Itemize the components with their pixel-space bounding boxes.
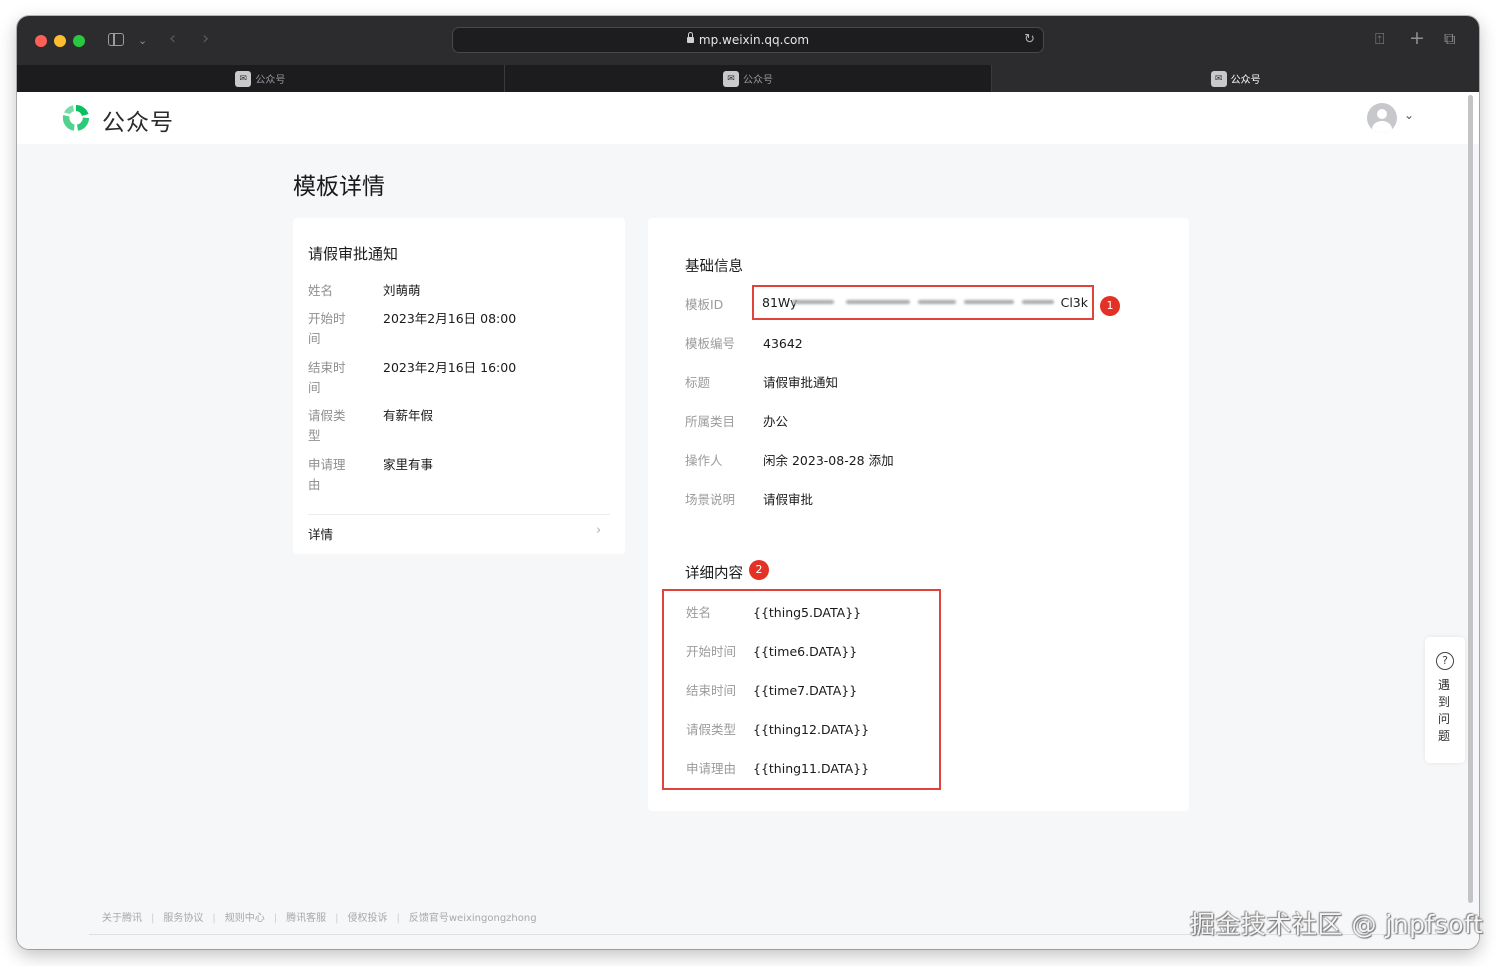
preview-title: 请假审批通知 [308, 245, 399, 263]
redacted-text [792, 300, 834, 304]
browser-titlebar: ⌄ ‹ › mp.weixin.qq.com ↻ ⍐ + ⧉ [17, 16, 1479, 65]
tab-label: 公众号 [1230, 75, 1261, 86]
browser-tab[interactable]: ✉ 公众号 [505, 65, 993, 92]
preview-row-label: 开始时间 [308, 311, 346, 346]
preview-row-value: 刘萌萌 [383, 283, 421, 298]
new-tab-icon[interactable]: + [1409, 29, 1425, 48]
lock-icon [686, 32, 694, 43]
logo-text[interactable]: 公众号 [102, 103, 174, 137]
tab-label: 公众号 [743, 75, 773, 86]
browser-tab[interactable]: ✉ 公众号 [17, 65, 505, 92]
site-header: 公众号 ⌄ [17, 92, 1479, 144]
sidebar-toggle-icon[interactable] [108, 33, 124, 46]
redacted-text [846, 300, 910, 304]
address-bar[interactable]: mp.weixin.qq.com ↻ [452, 27, 1044, 53]
chevron-down-icon[interactable]: ⌄ [1404, 108, 1414, 122]
detail-row-label: 开始时间 [686, 644, 737, 659]
footer-link[interactable]: 腾讯客服 [286, 913, 326, 924]
info-row-label: 场景说明 [685, 492, 736, 507]
chevron-right-icon[interactable]: › [596, 523, 601, 538]
info-row-value: 闲余 2023-08-28 添加 [763, 453, 894, 468]
footer-links: 关于腾讯 | 服务协议 | 规则中心 | 腾讯客服 | 侵权投诉 | 反馈官号weixingongz… [102, 913, 537, 924]
info-row-label: 所属类目 [685, 414, 736, 429]
annotation-badge: 1 [1100, 296, 1120, 316]
redacted-text [964, 300, 1014, 304]
page-title: 模板详情 [293, 174, 385, 200]
share-icon[interactable]: ⍐ [1375, 31, 1385, 47]
tab-overview-icon[interactable]: ⧉ [1444, 31, 1455, 47]
detail-row-label: 姓名 [686, 605, 712, 620]
browser-tab-active[interactable]: ✉ 公众号 [992, 65, 1479, 92]
detail-content-highlight: 姓名 {{thing5.DATA}} 开始时间 {{time6.DATA}} 结… [662, 589, 941, 790]
footer-link[interactable]: 关于腾讯 [102, 913, 142, 924]
preview-row-value: 家里有事 [383, 457, 434, 472]
forward-icon[interactable]: › [202, 30, 209, 48]
browser-window: ⌄ ‹ › mp.weixin.qq.com ↻ ⍐ + ⧉ ✉ 公众号 ✉ 公众号… [17, 16, 1479, 949]
wechat-icon: ✉ [723, 70, 739, 87]
footer-link[interactable]: 反馈官号weixingongzhong [409, 913, 537, 924]
page-content: 公众号 ⌄ 模板详情 请假审批通知 姓名 刘萌萌 开始时间 2023年2月16日… [17, 92, 1479, 949]
template-preview-card: 请假审批通知 姓名 刘萌萌 开始时间 2023年2月16日 08:00 结束时间… [293, 218, 625, 554]
template-id-highlight: 81Wy Cl3k [752, 285, 1094, 320]
preview-row-label: 结束时间 [308, 360, 346, 395]
minimize-window-button[interactable] [54, 35, 66, 47]
chevron-down-icon[interactable]: ⌄ [138, 33, 147, 49]
detail-row-value: {{time7.DATA}} [753, 683, 858, 698]
footer-link[interactable]: 服务协议 [163, 913, 203, 924]
footer-link[interactable]: 侵权投诉 [348, 913, 388, 924]
help-widget[interactable]: ? 遇到问题 [1425, 637, 1465, 763]
wechat-icon: ✉ [235, 70, 252, 87]
info-row-label: 操作人 [685, 453, 723, 468]
scrollbar[interactable] [1468, 95, 1473, 903]
preview-detail-link[interactable]: 详情 [308, 524, 333, 543]
preview-row-label: 请假类型 [308, 408, 346, 443]
preview-row-label: 姓名 [308, 283, 334, 298]
preview-row-label: 申请理由 [308, 457, 346, 492]
preview-row-value: 2023年2月16日 08:00 [383, 311, 517, 326]
detail-content-title: 详细内容 [685, 566, 743, 582]
template-id-label: 模板ID [685, 297, 724, 312]
template-info-card: 基础信息 模板ID 81Wy Cl3k 1 模板编号 43642 标题 请假审批… [648, 218, 1189, 811]
zoom-window-button[interactable] [73, 35, 85, 47]
redacted-text [918, 300, 956, 304]
preview-row-value: 有薪年假 [383, 408, 434, 423]
close-window-button[interactable] [35, 35, 47, 47]
detail-row-label: 申请理由 [686, 761, 737, 776]
wechat-official-logo-icon[interactable] [60, 102, 92, 134]
watermark: 掘金技术社区 @ jnpfsoft [1190, 910, 1484, 939]
preview-row-value: 2023年2月16日 16:00 [383, 360, 517, 375]
detail-row-value: {{thing5.DATA}} [753, 605, 862, 620]
detail-row-value: {{thing12.DATA}} [753, 722, 870, 737]
back-icon[interactable]: ‹ [169, 30, 176, 48]
info-row-label: 标题 [685, 375, 711, 390]
detail-row-value: {{time6.DATA}} [753, 644, 858, 659]
wechat-icon: ✉ [1210, 70, 1227, 87]
basic-info-title: 基础信息 [685, 259, 743, 275]
annotation-badge: 2 [749, 560, 769, 580]
redacted-text [1022, 300, 1054, 304]
info-row-value: 请假审批 [763, 492, 814, 507]
reload-icon[interactable]: ↻ [1024, 28, 1035, 52]
footer-link[interactable]: 规则中心 [225, 913, 265, 924]
template-id-end: Cl3k [1060, 295, 1088, 310]
divider [308, 514, 610, 515]
info-row-value: 请假审批通知 [763, 375, 839, 390]
info-row-label: 模板编号 [685, 336, 736, 351]
question-icon[interactable]: ? [1436, 652, 1454, 670]
info-row-value: 办公 [763, 414, 789, 429]
tab-bar: ✉ 公众号 ✉ 公众号 ✉ 公众号 [17, 65, 1479, 92]
info-row-value: 43642 [763, 336, 803, 351]
url-text: mp.weixin.qq.com [698, 33, 810, 47]
detail-row-label: 请假类型 [686, 722, 737, 737]
detail-row-label: 结束时间 [686, 683, 737, 698]
avatar[interactable] [1367, 103, 1397, 133]
tab-label: 公众号 [255, 75, 286, 86]
detail-row-value: {{thing11.DATA}} [753, 761, 870, 776]
help-text[interactable]: 遇到问题 [1438, 677, 1452, 745]
